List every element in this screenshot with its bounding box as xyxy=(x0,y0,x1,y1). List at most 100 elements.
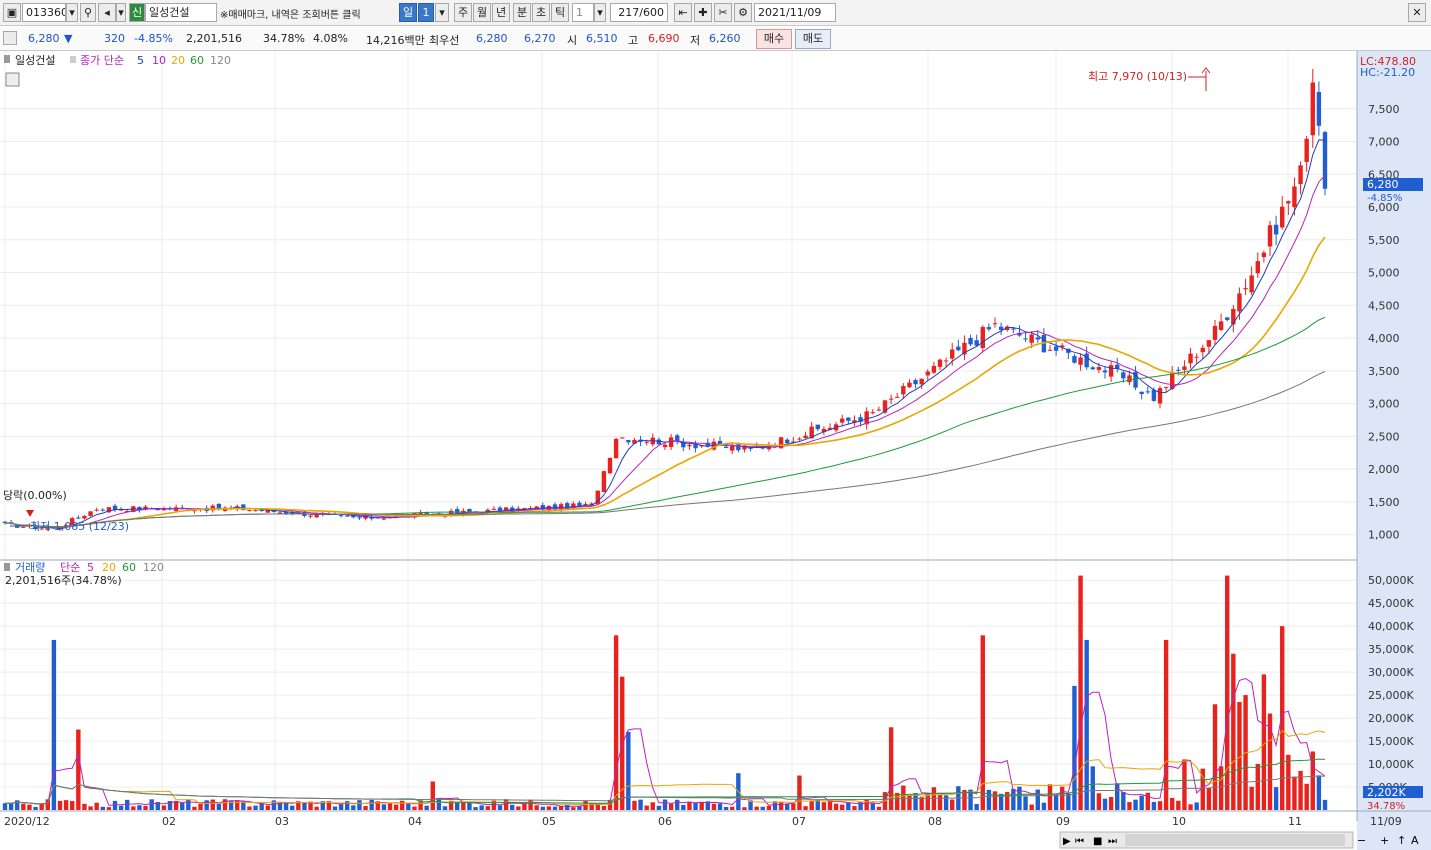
data-count-field[interactable]: 217/600 xyxy=(610,3,668,22)
scroll-last-icon[interactable]: ⏭ xyxy=(1108,836,1117,847)
crosshair-icon[interactable]: ✚ xyxy=(694,3,712,22)
zoom-in-icon[interactable]: + xyxy=(1380,834,1389,847)
candle-body xyxy=(1163,387,1169,389)
volume-bar xyxy=(186,799,191,810)
volume-bar xyxy=(204,800,209,810)
window-menu-icon[interactable]: ▣ xyxy=(3,3,21,22)
volume-bar xyxy=(1261,674,1267,810)
stock-chart[interactable]: 일성건설 종가 단순 5 10 20 60 120 최고 7,970 (10/1… xyxy=(0,51,1431,850)
volume-bar xyxy=(815,799,820,810)
volume-bar xyxy=(876,806,882,810)
zoom-out-icon[interactable]: − xyxy=(1357,834,1366,847)
volume-bar xyxy=(63,800,69,810)
period-year-button[interactable]: 년 xyxy=(492,3,510,22)
volume-bar xyxy=(161,805,167,810)
candle-body xyxy=(950,349,955,359)
candle-body xyxy=(1249,275,1254,293)
candle-body xyxy=(998,326,1004,331)
period-tick-button[interactable]: 틱 xyxy=(551,3,569,22)
checkbox-icon[interactable] xyxy=(3,31,17,45)
date-tick-label: 02 xyxy=(162,815,176,828)
volume-bar xyxy=(2,803,8,810)
volume-bar xyxy=(858,801,863,810)
settings-gear-icon[interactable]: ⚙ xyxy=(734,3,752,22)
volume-bar xyxy=(424,805,429,810)
period-minute-button[interactable]: 분 xyxy=(513,3,531,22)
period-month-button[interactable]: 월 xyxy=(473,3,491,22)
sell-button[interactable]: 매도 xyxy=(795,29,831,49)
period-second-button[interactable]: 초 xyxy=(532,3,550,22)
volume-bar xyxy=(803,806,808,810)
volume-bar xyxy=(94,802,99,810)
volume-bar xyxy=(363,806,368,810)
nav-up-icon[interactable]: ↑ xyxy=(1397,834,1406,847)
volume-bar xyxy=(1145,792,1150,810)
candle-body xyxy=(870,412,875,414)
scroll-first-icon[interactable]: ⏮ xyxy=(1075,836,1084,847)
date-input[interactable]: 2021/11/09 xyxy=(754,3,836,22)
volume-bar xyxy=(82,803,87,810)
text-size-icon[interactable]: A xyxy=(1411,834,1419,847)
period-week-button[interactable]: 주 xyxy=(454,3,472,22)
current-price: 6,280 xyxy=(28,32,60,45)
volume-ma-60: 60 xyxy=(122,561,136,574)
candle-body xyxy=(1298,165,1303,185)
close-icon[interactable]: ✕ xyxy=(1408,3,1426,22)
volume-marker-icon xyxy=(4,563,10,571)
volume-bar xyxy=(1218,766,1224,810)
volume-bar xyxy=(919,797,924,810)
candle-body xyxy=(277,512,283,514)
candle-body xyxy=(253,510,258,512)
candle-body xyxy=(455,509,460,514)
speaker-dropdown-icon[interactable]: ▾ xyxy=(116,3,126,22)
volume-bar xyxy=(1047,784,1053,810)
stock-code-input[interactable]: 013360 xyxy=(22,3,66,22)
scroll-left-arrow-icon[interactable]: ▶ xyxy=(1063,836,1071,847)
candle-body xyxy=(82,515,87,519)
scrollbar-thumb[interactable] xyxy=(1125,834,1345,846)
candle-body xyxy=(723,446,729,448)
candle-body xyxy=(656,439,662,445)
volume-bar xyxy=(1157,801,1163,810)
volume-bar xyxy=(1151,801,1157,810)
scroll-left-icon[interactable]: ⇤ xyxy=(674,3,692,22)
panel-marker-icon xyxy=(4,55,10,63)
tick-value-input[interactable]: 1 xyxy=(572,3,594,22)
candle-body xyxy=(1053,346,1059,351)
price-tick-label: 5,500 xyxy=(1368,234,1400,247)
search-icon[interactable]: ⚲ xyxy=(80,3,96,22)
volume-bar xyxy=(70,801,75,810)
ma-period-10: 10 xyxy=(152,54,166,67)
candle-body xyxy=(76,517,81,519)
candle-body xyxy=(467,508,472,512)
period-day-count[interactable]: 1 xyxy=(418,3,434,22)
volume-bar xyxy=(693,803,698,810)
stop-icon[interactable]: ■ xyxy=(1093,836,1102,847)
date-tick-label: 08 xyxy=(928,815,942,828)
volume-bar xyxy=(76,729,81,810)
date-tick-label: 03 xyxy=(275,815,289,828)
volume-bar xyxy=(510,804,515,810)
code-dropdown-icon[interactable]: ▾ xyxy=(66,3,78,22)
volume-tick-label: 50,000K xyxy=(1368,574,1414,587)
volume-bar xyxy=(8,803,14,810)
best-quote-label: 최우선 xyxy=(429,34,460,47)
volume-bar xyxy=(797,775,802,810)
candle-body xyxy=(1225,317,1230,320)
tool-icon[interactable]: ✂ xyxy=(714,3,732,22)
buy-button[interactable]: 매수 xyxy=(756,29,792,49)
candle-body xyxy=(913,380,918,385)
current-change-tag-text: -4.85% xyxy=(1367,193,1402,204)
volume-bar xyxy=(210,799,215,810)
price-tick-label: 5,000 xyxy=(1368,267,1400,280)
grid-toggle-icon[interactable] xyxy=(5,72,20,87)
speaker-icon[interactable]: ◂ xyxy=(98,3,116,22)
tick-dropdown-icon[interactable]: ▾ xyxy=(594,3,606,22)
candle-body xyxy=(583,503,588,505)
period-day-button[interactable]: 일 xyxy=(399,3,417,22)
stock-name-field[interactable]: 일성건설 xyxy=(145,3,217,22)
volume-bar xyxy=(1273,787,1279,810)
volume-bar xyxy=(1041,802,1047,810)
period-dropdown-icon[interactable]: ▾ xyxy=(435,3,449,22)
volume-bar xyxy=(387,803,393,810)
